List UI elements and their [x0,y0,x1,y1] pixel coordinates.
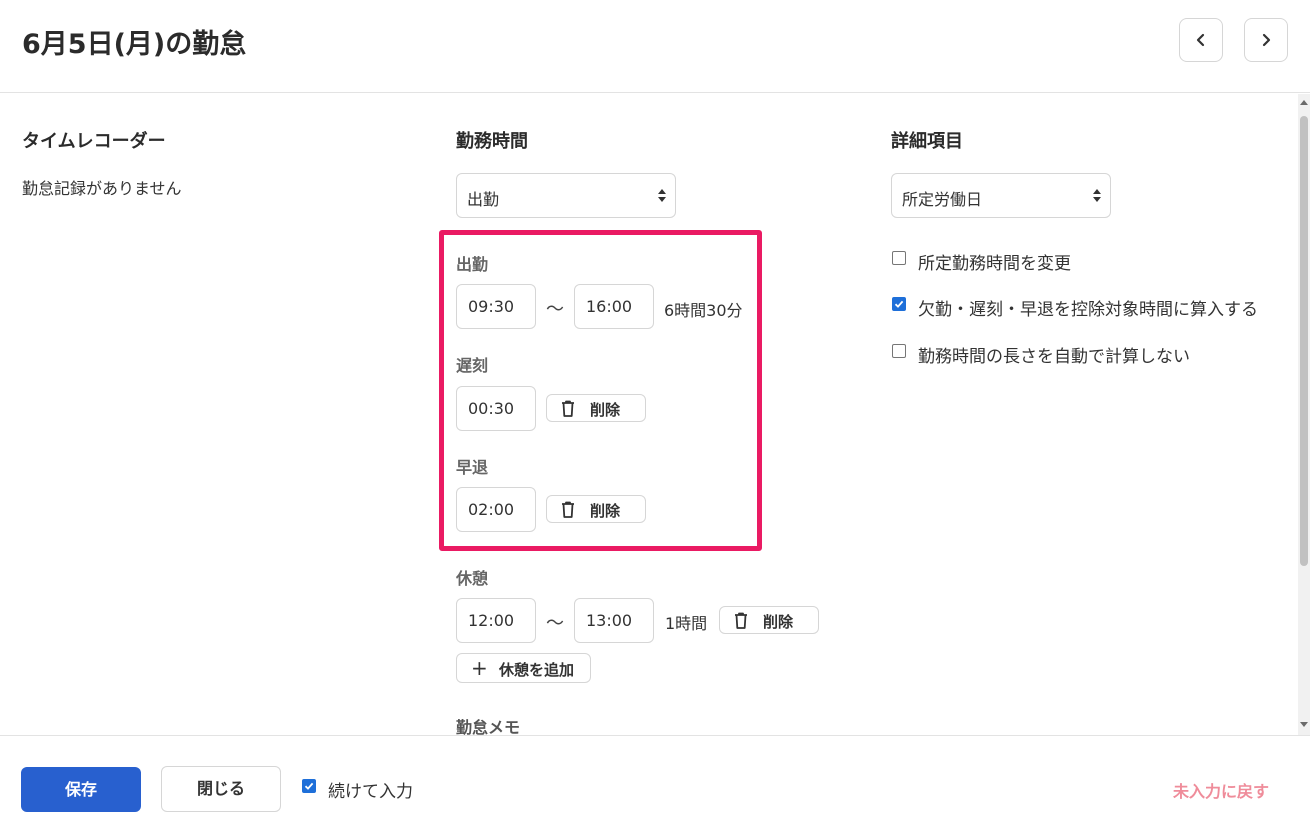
break-label: 休憩 [456,569,489,588]
early-leave-delete-button[interactable]: 削除 [546,495,646,523]
early-leave-label: 早退 [456,458,489,477]
late-label: 遅刻 [456,356,489,375]
work-type-value: 出勤 [467,190,500,209]
reset-link[interactable]: 未入力に戻す [1173,778,1269,802]
no-auto-calc-label: 勤務時間の長さを自動で計算しない [918,347,1190,367]
main-content: タイムレコーダー 勤怠記録がありません 勤務時間 出勤 出勤 09:30 ～ 1… [0,94,1298,735]
trash-icon [562,501,574,518]
footer-bar: 保存 閉じる 続けて入力 未入力に戻す [0,735,1310,828]
work-type-select[interactable]: 出勤 [456,173,676,218]
early-leave-time-input[interactable]: 02:00 [456,487,536,532]
add-break-label: 休憩を追加 [499,661,575,679]
time-recorder-title: タイムレコーダー [22,131,166,152]
attendance-end-input[interactable]: 16:00 [574,284,654,329]
break-delete-button[interactable]: 削除 [719,606,819,634]
details-title: 詳細項目 [891,131,963,152]
break-end-input[interactable]: 13:00 [574,598,654,643]
change-scheduled-hours-label: 所定勤務時間を変更 [918,254,1071,274]
attendance-label: 出勤 [456,255,489,274]
add-break-button[interactable]: + 休憩を追加 [456,653,591,683]
page-title: 6月5日(月)の勤怠 [22,29,247,60]
scroll-up-icon[interactable] [1300,100,1308,105]
prev-day-button[interactable] [1179,18,1223,62]
content-scrollbar[interactable] [1298,94,1310,735]
range-separator: ～ [546,613,564,634]
work-time-title: 勤務時間 [456,131,528,152]
save-button[interactable]: 保存 [21,767,141,812]
deduction-label: 欠勤・遅刻・早退を控除対象時間に算入する [918,300,1258,320]
next-day-button[interactable] [1244,18,1288,62]
late-delete-button[interactable]: 削除 [546,394,646,422]
late-delete-label: 削除 [590,401,621,419]
late-time-input[interactable]: 00:30 [456,386,536,431]
select-caret-icon [1093,189,1101,203]
break-delete-label: 削除 [763,613,794,631]
day-type-select[interactable]: 所定労働日 [891,173,1111,218]
break-duration: 1時間 [665,614,708,633]
scroll-down-icon[interactable] [1300,722,1308,727]
checkmark-icon [894,300,904,308]
deduction-checkbox[interactable] [892,297,906,311]
day-type-value: 所定労働日 [902,190,983,209]
continue-input-checkbox[interactable] [302,779,316,793]
early-leave-delete-label: 削除 [590,502,621,520]
chevron-left-icon [1196,33,1205,47]
trash-icon [735,612,747,629]
page-header: 6月5日(月)の勤怠 [0,0,1310,93]
plus-icon: + [471,656,488,680]
close-button[interactable]: 閉じる [161,766,281,812]
break-start-input[interactable]: 12:00 [456,598,536,643]
range-separator: ～ [546,299,564,320]
select-caret-icon [658,189,666,203]
continue-input-label: 続けて入力 [328,782,413,802]
attendance-duration: 6時間30分 [664,301,743,320]
scroll-thumb[interactable] [1300,116,1308,566]
chevron-right-icon [1262,33,1271,47]
no-auto-calc-checkbox[interactable] [892,344,906,358]
no-records-text: 勤怠記録がありません [22,179,182,198]
change-scheduled-hours-checkbox[interactable] [892,251,906,265]
trash-icon [562,400,574,417]
memo-label: 勤怠メモ [456,718,521,735]
checkmark-icon [304,782,314,790]
attendance-start-input[interactable]: 09:30 [456,284,536,329]
